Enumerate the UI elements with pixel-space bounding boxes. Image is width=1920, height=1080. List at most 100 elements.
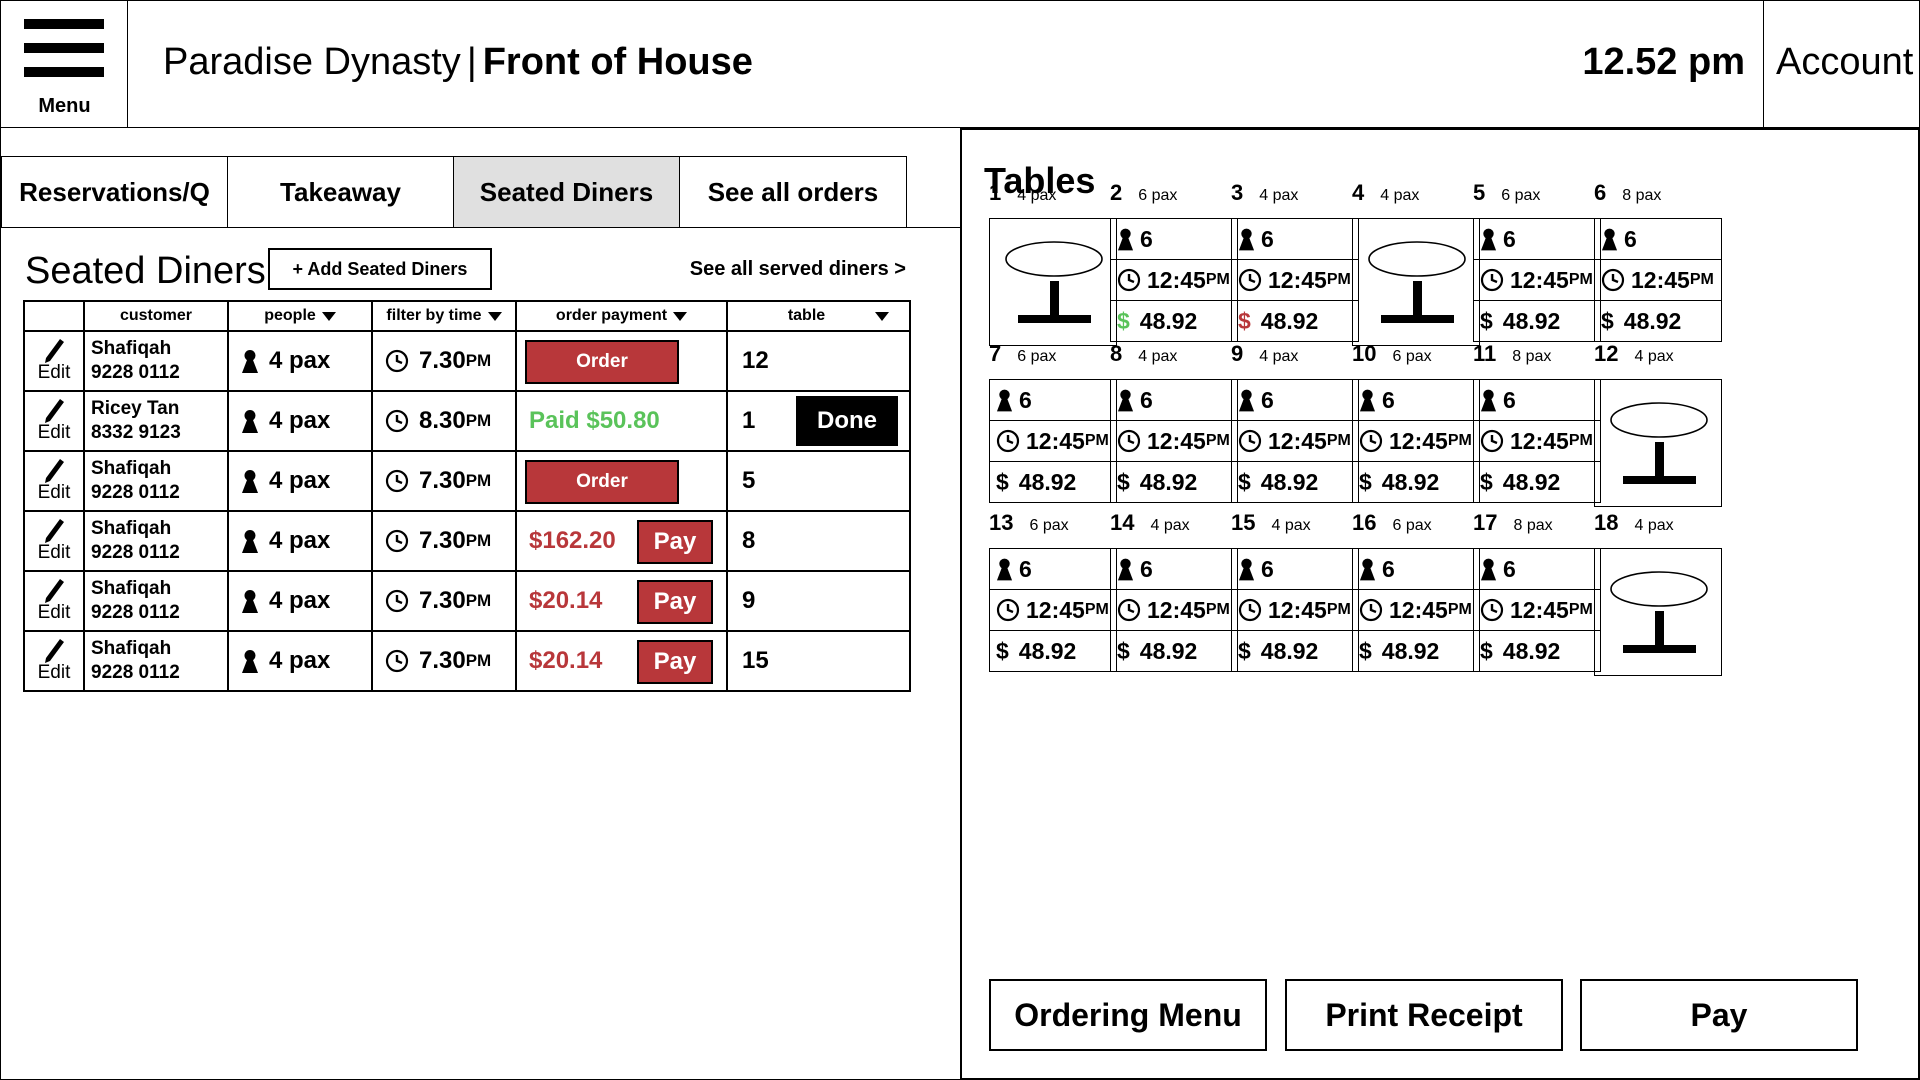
clock-icon <box>1238 268 1262 292</box>
tab-takeaway[interactable]: Takeaway <box>227 156 454 228</box>
table-guests-row: 6 <box>1352 548 1480 590</box>
dollar-icon: $ <box>1238 307 1251 334</box>
table-capacity: 4 pax <box>1259 348 1299 365</box>
occupied-table-button[interactable]: 6 12:45 PM $48.92 <box>1473 379 1601 507</box>
occupied-table-button[interactable]: 6 12:45 PM $48.92 <box>1352 379 1480 507</box>
empty-table-button[interactable] <box>1352 218 1480 346</box>
paid-amount: Paid $50.80 <box>529 407 660 434</box>
table-time-ampm: PM <box>1689 271 1714 288</box>
table-number: 17 <box>1473 510 1498 535</box>
hamburger-icon-bar <box>24 67 104 77</box>
payment-cell: Paid $50.80 <box>515 390 728 452</box>
clock-icon <box>1480 598 1504 622</box>
time-cell: 7.30 PM <box>371 510 517 572</box>
pay-row-button[interactable]: Pay <box>637 580 713 624</box>
occupied-table-button[interactable]: 6 12:45 PM $48.92 <box>1231 548 1359 676</box>
order-button[interactable]: Order <box>525 460 679 504</box>
table-amount: 48.92 <box>1018 637 1077 664</box>
table-column-header[interactable]: table <box>726 300 911 332</box>
page-title: Paradise Dynasty | Front of House <box>163 41 753 84</box>
table-time-row: 12:45 PM <box>1473 420 1601 462</box>
table-time-row: 12:45 PM <box>989 589 1117 631</box>
edit-button[interactable]: Edit <box>23 450 85 512</box>
people-cell: 4 pax <box>227 570 373 632</box>
table-row: Edit Shafiqah 9228 0112 4 pax 7.30 PM $20.14 Pa… <box>23 570 911 632</box>
app-header: Menu Paradise Dynasty | Front of House 12.… <box>0 0 1920 128</box>
guest-count: 6 <box>1382 386 1395 413</box>
table-guests-row: 6 <box>1110 218 1238 260</box>
print-receipt-button[interactable]: Print Receipt <box>1285 979 1563 1051</box>
menu-button[interactable]: Menu <box>1 1 128 128</box>
occupied-table-button[interactable]: 6 12:45 PM $48.92 <box>1110 548 1238 676</box>
dollar-icon: $ <box>1359 637 1372 664</box>
people-cell: 4 pax <box>227 390 373 452</box>
see-served-diners-link[interactable]: See all served diners > <box>690 258 906 281</box>
edit-button[interactable]: Edit <box>23 390 85 452</box>
occupied-table-button[interactable]: 6 12:45 PM $48.92 <box>1594 218 1722 346</box>
occupied-table-button[interactable]: 6 12:45 PM $48.92 <box>1473 218 1601 346</box>
occupied-table-button[interactable]: 6 12:45 PM $48.92 <box>989 379 1117 507</box>
edit-button[interactable]: Edit <box>23 630 85 692</box>
table-row: Edit Shafiqah 9228 0112 4 pax 7.30 PM $162.20 P… <box>23 510 911 572</box>
edit-button[interactable]: Edit <box>23 330 85 392</box>
occupied-table-button[interactable]: 6 12:45 PM $48.92 <box>989 548 1117 676</box>
table-card-header: 3 4 pax <box>1231 180 1298 210</box>
tables-panel: Tables 14 pax 2 6 pax 6 12:45 PM $48.92 3 4 pax 6… <box>960 128 1920 1080</box>
table-time-row: 12:45 PM <box>1352 589 1480 631</box>
table-number: 15 <box>1231 510 1256 535</box>
guest-count: 6 <box>1140 225 1153 252</box>
occupied-table-button[interactable]: 6 12:45 PM $48.92 <box>1110 379 1238 507</box>
occupied-table-button[interactable]: 6 12:45 PM $48.92 <box>1231 218 1359 346</box>
edit-label: Edit <box>37 542 71 563</box>
payment-cell: $20.14 Pay <box>515 630 728 692</box>
table-number: 9 <box>1231 341 1244 366</box>
table-time: 12:45 <box>1389 427 1448 454</box>
edit-button[interactable]: Edit <box>23 570 85 632</box>
table-guests-row: 6 <box>1473 218 1601 260</box>
edit-button[interactable]: Edit <box>23 510 85 572</box>
people-cell: 4 pax <box>227 450 373 512</box>
occupied-table-button[interactable]: 6 12:45 PM $48.92 <box>1231 379 1359 507</box>
table-time-ampm: PM <box>1205 601 1230 618</box>
time-header-label: filter by time <box>386 307 482 324</box>
pay-button[interactable]: Pay <box>1580 979 1858 1051</box>
empty-table-button[interactable] <box>1594 379 1722 507</box>
table-amount-row: $48.92 <box>1594 300 1722 342</box>
table-time: 12:45 <box>1268 596 1327 623</box>
time-filter-header[interactable]: filter by time <box>371 300 517 332</box>
seated-time: 7.30 <box>419 647 466 674</box>
order-button[interactable]: Order <box>525 340 679 384</box>
occupied-table-button[interactable]: 6 12:45 PM $48.92 <box>1473 548 1601 676</box>
people-cell: 4 pax <box>227 630 373 692</box>
people-column-header[interactable]: people <box>227 300 373 332</box>
payment-column-header[interactable]: order payment <box>515 300 728 332</box>
occupied-table-button[interactable]: 6 12:45 PM $48.92 <box>1110 218 1238 346</box>
table-time-row: 12:45 PM <box>1352 420 1480 462</box>
account-button[interactable]: Account <box>1763 1 1920 128</box>
tab-reservations[interactable]: Reservations/Q <box>1 156 228 228</box>
pencil-icon <box>45 399 64 423</box>
customer-name: Shafiqah <box>91 638 172 659</box>
pay-row-button[interactable]: Pay <box>637 520 713 564</box>
clock-icon <box>385 469 409 493</box>
tab-see-all-orders[interactable]: See all orders <box>679 156 907 228</box>
empty-table-button[interactable] <box>1594 548 1722 676</box>
pay-row-button[interactable]: Pay <box>637 640 713 684</box>
add-seated-diners-button[interactable]: + Add Seated Diners <box>268 248 492 290</box>
time-cell: 7.30 PM <box>371 570 517 632</box>
tab-seated-diners[interactable]: Seated Diners <box>453 156 680 228</box>
table-amount-row: $48.92 <box>1352 461 1480 503</box>
table-number-cell: 15 <box>726 630 911 692</box>
table-row: Edit Shafiqah 9228 0112 4 pax 7.30 PM Order 5 <box>23 450 911 512</box>
table-card-header: 12 4 pax <box>1594 341 1674 371</box>
customer-name: Shafiqah <box>91 338 172 359</box>
empty-table-button[interactable] <box>989 218 1117 346</box>
occupied-table-button[interactable]: 6 12:45 PM $48.92 <box>1352 548 1480 676</box>
done-button[interactable]: Done <box>796 396 898 446</box>
table-number: 2 <box>1110 180 1123 205</box>
menu-label: Menu <box>38 95 91 117</box>
ordering-menu-button[interactable]: Ordering Menu <box>989 979 1267 1051</box>
pax-count: 4 pax <box>269 587 331 614</box>
pax-count: 4 pax <box>269 407 331 434</box>
person-icon <box>242 470 258 493</box>
